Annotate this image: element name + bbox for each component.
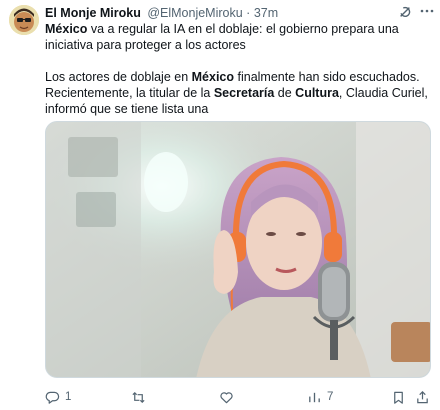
hashtag-mexico[interactable]: México (45, 22, 87, 36)
body-text-3: de (274, 86, 296, 100)
avatar[interactable] (9, 5, 39, 35)
body-text-1: Los actores de doblaje en (45, 70, 192, 84)
reply-icon (45, 391, 60, 404)
retweet-icon (132, 391, 145, 403)
reply-button[interactable]: 1 (45, 389, 71, 405)
share-button[interactable] (415, 389, 430, 405)
timestamp[interactable]: 37m (254, 6, 278, 20)
bookmark-button[interactable] (391, 389, 406, 405)
like-button[interactable] (219, 389, 239, 405)
tweet-actions-bar: 1 7 (45, 389, 431, 405)
share-icon (417, 390, 428, 403)
separator-dot: · (246, 6, 251, 20)
retweet-button[interactable] (131, 389, 151, 405)
voice-actor-photo (46, 122, 430, 377)
views-button[interactable]: 7 (307, 389, 333, 405)
views-count: 7 (327, 391, 334, 403)
author-handle[interactable]: @ElMonjeMiroku (147, 6, 242, 20)
hashtag-mexico-2[interactable]: México (192, 70, 234, 84)
hashtag-secretaria[interactable]: Secretaría (214, 86, 274, 100)
tweet-text-body: Los actores de doblaje en México finalme… (45, 69, 429, 117)
reply-count: 1 (65, 391, 72, 403)
headline-text: va a regular la IA en el doblaje: el gob… (45, 22, 399, 52)
tweet-media-photo[interactable] (45, 121, 431, 378)
tweet-header: El Monje Miroku @ElMonjeMiroku · 37m (45, 5, 278, 21)
author-display-name[interactable]: El Monje Miroku (45, 6, 141, 20)
tweet-text-headline: México va a regular la IA en el doblaje:… (45, 21, 429, 53)
hashtag-cultura[interactable]: Cultura (295, 86, 339, 100)
views-chart-icon (309, 392, 320, 402)
more-options-icon[interactable] (420, 8, 434, 14)
heart-icon (220, 391, 233, 403)
tweet[interactable]: El Monje Miroku @ElMonjeMiroku · 37m Méx… (0, 0, 440, 410)
grok-icon[interactable] (398, 5, 412, 19)
bookmark-icon (394, 391, 403, 404)
avatar-image (9, 5, 39, 35)
